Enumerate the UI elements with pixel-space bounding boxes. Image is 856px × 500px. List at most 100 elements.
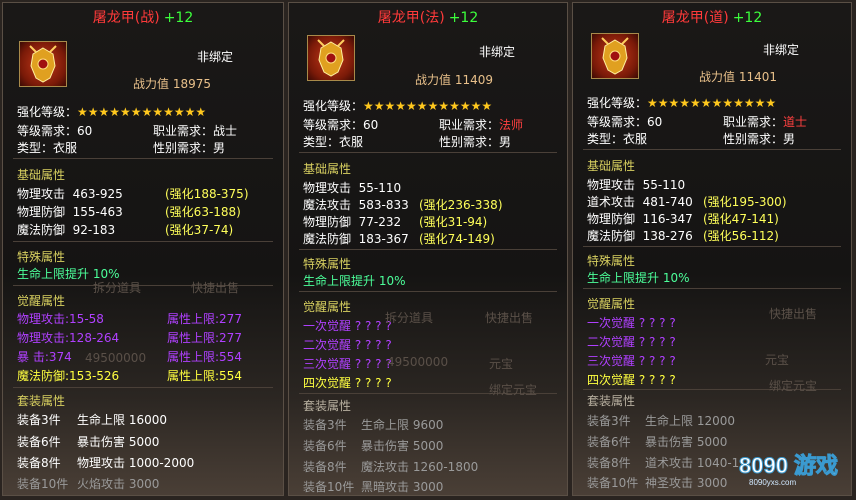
- power-value: 11401: [738, 70, 778, 84]
- set-count: 装备3件: [587, 414, 631, 428]
- bg-amount: 49500000: [387, 355, 449, 369]
- gender-requirement: 性别需求：男: [439, 135, 512, 149]
- site-watermark-logo: 8090 游戏 8090yxs.com: [739, 453, 839, 488]
- attr-bonus: (强化188-375): [165, 187, 249, 201]
- attr-name: 物理防御: [303, 215, 352, 229]
- attr-bonus: (强化74-149): [419, 232, 495, 246]
- attr-name: 物理防御: [17, 205, 66, 219]
- set-count: 装备6件: [303, 439, 347, 453]
- power-label: 战力值: [415, 73, 452, 87]
- attr-value: 55-110: [642, 178, 686, 192]
- set-count: 装备8件: [587, 456, 631, 470]
- awaken-cap: 属性上限:277: [167, 312, 242, 326]
- item-type: 类型：衣服: [17, 141, 78, 155]
- attr-name: 物理攻击: [17, 187, 66, 201]
- attr-bonus: (强化236-338): [419, 198, 503, 212]
- attr-bonus: (强化195-300): [703, 195, 787, 209]
- set-attr-title: 套装属性: [303, 399, 352, 413]
- gender-requirement: 性别需求：男: [153, 141, 226, 155]
- attr-name: 物理防御: [587, 212, 636, 226]
- level-requirement: 等级需求：60: [17, 124, 93, 138]
- item-tooltip-warrior: 屠龙甲(战) +12 非绑定 战力值 18975 强化等级：★★★★★★★★★★★…: [2, 2, 284, 496]
- item-name: 屠龙甲(战): [92, 10, 160, 26]
- job-value: 法师: [499, 118, 524, 132]
- item-name: 屠龙甲(道): [661, 10, 729, 26]
- attr-value: 183-367: [358, 232, 409, 246]
- watermark-url: 8090yxs.com: [749, 478, 796, 487]
- attr-value: 116-347: [642, 212, 693, 226]
- star-rating: ★★★★★★★★★★★★: [363, 99, 493, 113]
- set-bonus: 暴击伤害 5000: [361, 439, 444, 453]
- star-rating: ★★★★★★★★★★★★: [77, 105, 207, 119]
- power-value: 11409: [454, 73, 494, 87]
- enhance-label: 强化等级：: [303, 99, 364, 113]
- star-rating: ★★★★★★★★★★★★: [647, 96, 777, 110]
- enhance-label: 强化等级：: [587, 96, 648, 110]
- special-attr-title: 特殊属性: [587, 254, 636, 268]
- bg-yuanbao: 元宝: [765, 353, 790, 367]
- attr-name: 物理攻击: [587, 178, 636, 192]
- awaken-cap: 属性上限:277: [167, 331, 242, 345]
- attr-bonus: (强化31-94): [419, 215, 488, 229]
- bg-quick-sell-button: 快捷出售: [485, 311, 534, 325]
- awaken-attr: 三次觉醒 ? ? ? ?: [587, 354, 676, 368]
- armor-icon: [307, 35, 355, 81]
- power-value: 18975: [172, 77, 212, 91]
- set-bonus: 生命上限 12000: [645, 414, 735, 428]
- bg-yuanbao: 元宝: [489, 357, 514, 371]
- awaken-cap: 属性上限:554: [167, 350, 242, 364]
- enhance-level: +12: [732, 10, 763, 26]
- bg-bind-yuanbao: 绑定元宝: [489, 383, 538, 397]
- special-attr-title: 特殊属性: [17, 250, 66, 264]
- enhance-level: +12: [448, 10, 479, 26]
- set-count: 装备8件: [17, 456, 61, 470]
- awaken-attr-title: 觉醒属性: [303, 300, 352, 314]
- awaken-cap: 属性上限:554: [167, 369, 242, 383]
- bind-status: 非绑定: [197, 50, 234, 64]
- power-rating: 战力值 18975: [133, 75, 211, 92]
- set-bonus: 黑暗攻击 3000: [361, 480, 444, 494]
- set-bonus: 神圣攻击 3000: [645, 476, 728, 490]
- attr-name: 道术攻击: [587, 195, 636, 209]
- bg-quick-sell-button: 快捷出售: [191, 281, 240, 295]
- attr-value: 55-110: [358, 181, 402, 195]
- base-attr-title: 基础属性: [17, 168, 66, 182]
- level-requirement: 等级需求：60: [303, 118, 379, 132]
- set-bonus: 魔法攻击 1260-1800: [361, 460, 479, 474]
- set-bonus: 暴击伤害 5000: [645, 435, 728, 449]
- awaken-attr: 二次觉醒 ? ? ? ?: [587, 335, 676, 349]
- awaken-attr: 一次觉醒 ? ? ? ?: [303, 319, 392, 333]
- set-count: 装备10件: [587, 476, 639, 490]
- set-count: 装备6件: [587, 435, 631, 449]
- attr-bonus: (强化56-112): [703, 229, 779, 243]
- armor-icon: [591, 33, 639, 79]
- bg-split-button: 拆分道具: [93, 281, 142, 295]
- job-label: 职业需求：: [439, 118, 500, 132]
- set-bonus: 生命上限 16000: [77, 413, 167, 427]
- awaken-attr: 二次觉醒 ? ? ? ?: [303, 338, 392, 352]
- attr-name: 物理攻击: [303, 181, 352, 195]
- bg-bind-yuanbao: 绑定元宝: [769, 379, 818, 393]
- item-title: 屠龙甲(道) +12: [573, 3, 851, 33]
- awaken-attr: 四次觉醒 ? ? ? ?: [303, 376, 392, 390]
- attr-value: 463-925: [72, 187, 123, 201]
- set-bonus: 暴击伤害 5000: [77, 435, 160, 449]
- attr-bonus: (强化63-188): [165, 205, 241, 219]
- bg-amount: 49500000: [85, 351, 147, 365]
- base-attr-title: 基础属性: [303, 162, 352, 176]
- item-title: 屠龙甲(战) +12: [3, 3, 283, 33]
- awaken-attr-title: 觉醒属性: [17, 294, 66, 308]
- item-tooltip-mage: 屠龙甲(法) +12 非绑定 战力值 11409 强化等级：★★★★★★★★★★★…: [288, 2, 568, 496]
- set-bonus: 生命上限 9600: [361, 418, 444, 432]
- set-attr-title: 套装属性: [17, 394, 66, 408]
- awaken-attr: 三次觉醒 ? ? ? ?: [303, 357, 392, 371]
- attr-value: 138-276: [642, 229, 693, 243]
- power-label: 战力值: [699, 70, 736, 84]
- set-count: 装备10件: [17, 477, 69, 491]
- awaken-attr: 魔法防御:153-526: [17, 369, 120, 383]
- special-attr: 生命上限提升 10%: [587, 271, 690, 285]
- item-tooltip-taoist: 屠龙甲(道) +12 非绑定 战力值 11401 强化等级：★★★★★★★★★★★…: [572, 2, 852, 496]
- bind-status: 非绑定: [479, 45, 516, 59]
- gender-requirement: 性别需求：男: [723, 132, 796, 146]
- attr-bonus: (强化47-141): [703, 212, 779, 226]
